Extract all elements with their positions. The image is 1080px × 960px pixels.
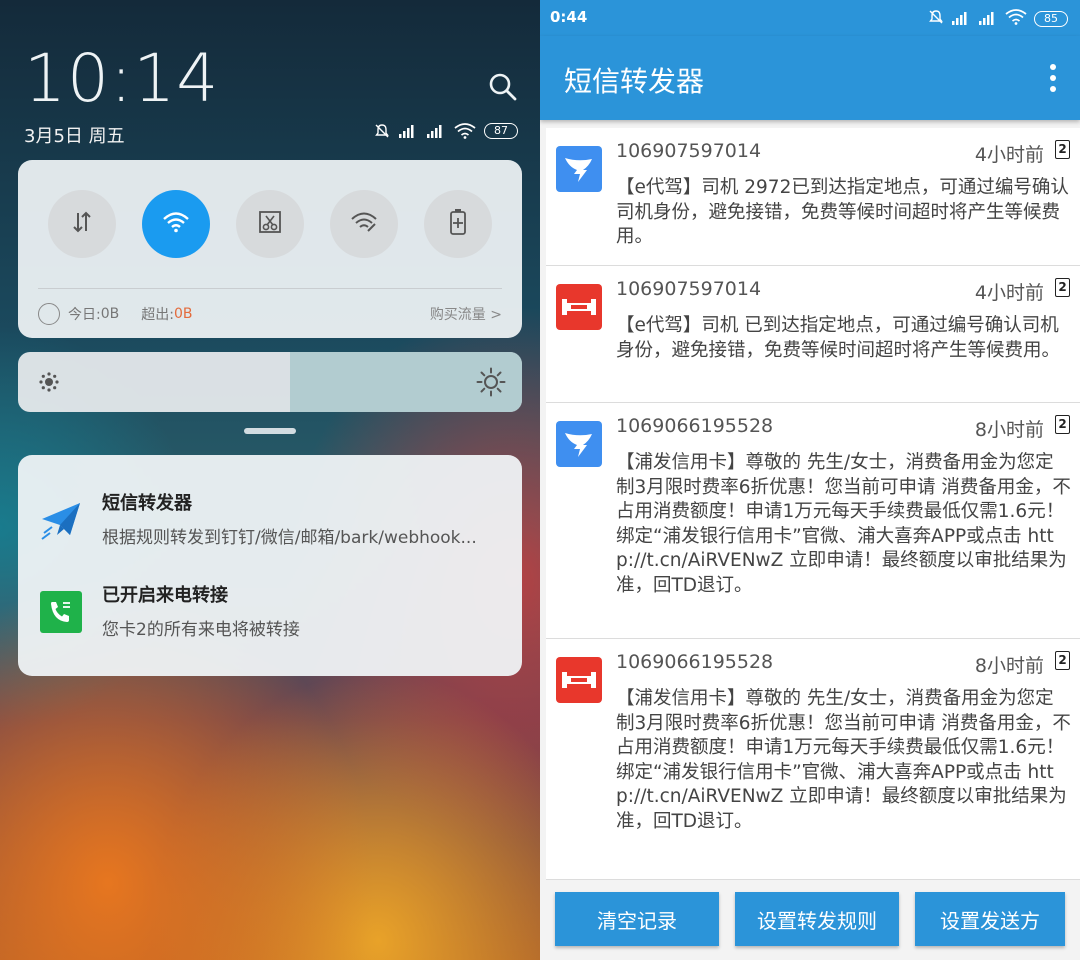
signal-icon — [426, 124, 446, 138]
status-time: 0:44 — [550, 8, 588, 26]
dingtalk-icon — [556, 146, 602, 192]
hotspot-button[interactable] — [330, 190, 398, 258]
wifi-icon — [162, 211, 190, 237]
sim-badge: 2 — [1055, 140, 1070, 159]
clock: 10:14 — [24, 40, 220, 117]
notification-list: 短信转发器 根据规则转发到钉钉/微信/邮箱/bark/webhook... 已开… — [18, 455, 522, 676]
battery-saver-button[interactable] — [424, 190, 492, 258]
message-text: 【浦发信用卡】尊敬的 先生/女士，消费备用金为您定制3月限时费率6折优惠！您当前… — [616, 452, 1071, 596]
search-icon[interactable] — [488, 72, 518, 102]
message-time: 4小时前 — [974, 144, 1044, 166]
message-text: 【浦发信用卡】尊敬的 先生/女士，消费备用金为您定制3月限时费率6折优惠！您当前… — [616, 688, 1071, 832]
status-bar: 0:44 85 — [540, 0, 1080, 36]
signal-icon — [398, 124, 418, 138]
paper-plane-icon — [40, 499, 82, 541]
data-today-label: 今日: — [68, 307, 101, 323]
message-text: 【e代驾】司机 2972已到达指定地点，可通过编号确认司机身份，避免接错，免费等… — [616, 177, 1069, 247]
signal-icon — [978, 10, 998, 29]
notification-shade: 10:14 3月5日 周五 87 今日: 0B 超出: 0B 购买流量 > 短信… — [0, 0, 540, 960]
data-over-value: 0B — [173, 306, 193, 322]
notification-body: 您卡2的所有来电将被转接 — [102, 620, 300, 640]
screenshot-button[interactable] — [236, 190, 304, 258]
message-time: 8小时前 — [974, 419, 1044, 441]
date: 3月5日 周五 — [24, 126, 125, 147]
shade-status-icons: 87 — [374, 123, 518, 139]
battery-icon: 85 — [1034, 11, 1068, 27]
brightness-slider[interactable] — [18, 352, 522, 412]
app-toolbar: 短信转发器 — [540, 36, 1080, 120]
data-over-label: 超出: — [141, 307, 174, 323]
forward-rules-button[interactable]: 设置转发规则 — [735, 892, 899, 946]
message-time: 4小时前 — [974, 282, 1044, 304]
dumbbell-icon — [556, 657, 602, 703]
divider — [38, 288, 502, 289]
buy-data-link[interactable]: 购买流量 > — [430, 304, 502, 324]
dingtalk-icon — [556, 421, 602, 467]
data-today-value: 0B — [100, 306, 120, 322]
app-title: 短信转发器 — [564, 65, 705, 98]
screenshot-icon — [257, 209, 283, 239]
data-toggle-icon — [69, 209, 95, 239]
battery-saver-icon — [448, 208, 468, 240]
data-usage-icon — [38, 303, 60, 325]
data-toggle-button[interactable] — [48, 190, 116, 258]
clear-records-button[interactable]: 清空记录 — [555, 892, 719, 946]
notification-call-forward[interactable]: 已开启来电转接 您卡2的所有来电将被转接 — [40, 581, 504, 641]
list-item[interactable]: 1069066195528 8小时前 2 【浦发信用卡】尊敬的 先生/女士，消费… — [546, 639, 1080, 880]
message-sender: 1069066195528 — [616, 651, 774, 673]
brightness-high-icon — [476, 367, 506, 401]
wifi-icon — [454, 123, 476, 139]
message-sender: 1069066195528 — [616, 415, 774, 437]
quick-settings-panel: 今日: 0B 超出: 0B 购买流量 > — [18, 160, 522, 338]
wifi-icon — [1005, 9, 1027, 29]
signal-icon — [951, 10, 971, 29]
wifi-hotspot-icon — [350, 211, 378, 237]
message-sender: 106907597014 — [616, 278, 762, 300]
data-usage-row: 今日: 0B 超出: 0B 购买流量 > — [38, 302, 502, 326]
notification-title: 已开启来电转接 — [102, 585, 228, 606]
message-sender: 106907597014 — [616, 140, 762, 162]
sim-badge: 2 — [1055, 415, 1070, 434]
dumbbell-icon — [556, 284, 602, 330]
message-time: 8小时前 — [974, 655, 1044, 677]
list-item[interactable]: 106907597014 4小时前 2 【e代驾】司机 2972已到达指定地点，… — [546, 128, 1080, 266]
mute-bell-icon — [374, 123, 390, 139]
shade-drag-handle[interactable] — [244, 428, 296, 434]
list-item[interactable]: 106907597014 4小时前 2 【e代驾】司机 已到达指定地点，可通过编… — [546, 266, 1080, 403]
notification-title: 短信转发器 — [102, 493, 192, 514]
wifi-toggle-button[interactable] — [142, 190, 210, 258]
brightness-low-icon — [38, 371, 60, 397]
battery-icon: 87 — [484, 123, 518, 139]
list-item[interactable]: 1069066195528 8小时前 2 【浦发信用卡】尊敬的 先生/女士，消费… — [546, 403, 1080, 639]
overflow-menu-icon[interactable] — [1048, 64, 1058, 94]
message-text: 【e代驾】司机 已到达指定地点，可通过编号确认司机身份，避免接错，免费等候时间超… — [616, 315, 1061, 361]
sim-badge: 2 — [1055, 651, 1070, 670]
mute-bell-icon — [928, 9, 944, 29]
sim-badge: 2 — [1055, 278, 1070, 297]
bottom-action-bar: 清空记录 设置转发规则 设置发送方 — [540, 880, 1080, 960]
notification-sms-forwarder[interactable]: 短信转发器 根据规则转发到钉钉/微信/邮箱/bark/webhook... — [40, 489, 504, 549]
phone-forward-icon — [40, 591, 82, 633]
sms-forwarder-app: 0:44 85 短信转发器 106907597014 4小时前 2 【e代驾】司… — [540, 0, 1080, 960]
message-list[interactable]: 106907597014 4小时前 2 【e代驾】司机 2972已到达指定地点，… — [540, 128, 1080, 880]
notification-body: 根据规则转发到钉钉/微信/邮箱/bark/webhook... — [102, 528, 477, 548]
sender-settings-button[interactable]: 设置发送方 — [915, 892, 1065, 946]
